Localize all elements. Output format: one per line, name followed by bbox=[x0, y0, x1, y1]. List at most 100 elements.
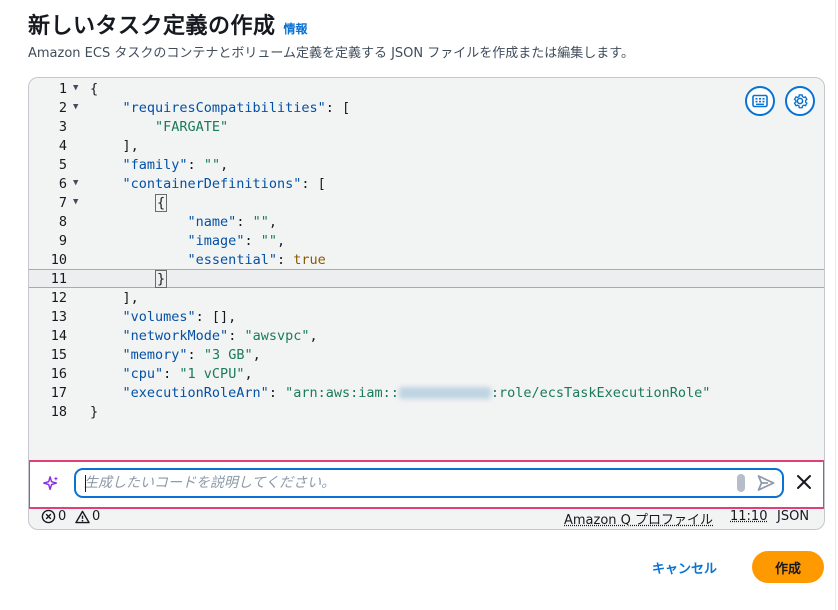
line-number: 11 bbox=[50, 271, 67, 287]
create-button[interactable]: 作成 bbox=[752, 551, 824, 583]
warning-count[interactable]: 0 bbox=[75, 509, 100, 524]
warning-count-value: 0 bbox=[92, 509, 101, 524]
code-token: , bbox=[309, 328, 318, 344]
page-title: 新しいタスク定義の作成 bbox=[28, 14, 276, 39]
line-number: 18 bbox=[50, 404, 67, 420]
code-token: , bbox=[268, 214, 277, 230]
json-string: "1 vCPU" bbox=[179, 366, 245, 382]
code-token: , bbox=[252, 347, 261, 363]
amazon-q-prompt-panel bbox=[29, 460, 824, 509]
info-link[interactable]: 情報 bbox=[284, 20, 308, 37]
json-key: "essential" bbox=[187, 252, 277, 268]
input-scrollbar[interactable] bbox=[737, 474, 745, 492]
line-number: 4 bbox=[58, 138, 67, 154]
code-token: ], bbox=[122, 290, 139, 306]
code-prompt-input[interactable] bbox=[84, 473, 724, 493]
line-number: 6 bbox=[58, 176, 67, 192]
json-string: "awsvpc" bbox=[244, 328, 310, 344]
code-token: } bbox=[90, 404, 99, 420]
code-line: 12 ], bbox=[29, 289, 824, 308]
code-line: 14 "networkMode": "awsvpc", bbox=[29, 327, 824, 346]
sparkle-icon bbox=[42, 475, 60, 497]
error-count[interactable]: 0 bbox=[41, 509, 66, 524]
code-line: 17 "executionRoleArn": "arn:aws:iam:::ro… bbox=[29, 384, 824, 403]
code-line: 4 ], bbox=[29, 137, 824, 156]
json-key: "volumes" bbox=[122, 309, 196, 325]
line-number: 8 bbox=[58, 214, 67, 230]
settings-gear-icon bbox=[793, 94, 808, 109]
warning-icon bbox=[75, 510, 90, 523]
code-token: : [ bbox=[301, 176, 326, 192]
code-token: : [ bbox=[325, 100, 351, 116]
matched-bracket: { bbox=[155, 194, 168, 212]
code-line: 1 ▼ { bbox=[29, 80, 824, 99]
line-number: 1 bbox=[58, 81, 67, 97]
page-description: Amazon ECS タスクのコンテナとボリューム定義を定義する JSON ファ… bbox=[28, 46, 634, 61]
error-count-value: 0 bbox=[58, 509, 67, 524]
code-token: , bbox=[276, 233, 286, 249]
line-number: 9 bbox=[58, 233, 67, 249]
code-token: : bbox=[187, 347, 204, 363]
code-token: : [], bbox=[195, 309, 237, 325]
keyboard-shortcuts-icon bbox=[752, 94, 768, 108]
fold-caret-icon[interactable]: ▼ bbox=[73, 194, 78, 211]
send-button[interactable] bbox=[756, 473, 776, 497]
json-key: "cpu" bbox=[122, 366, 164, 382]
code-line: 7 ▼ { bbox=[29, 194, 824, 213]
line-number: 10 bbox=[50, 252, 67, 268]
keyboard-shortcuts-button[interactable] bbox=[745, 86, 775, 116]
line-number: 12 bbox=[50, 290, 67, 306]
editor-settings-button[interactable] bbox=[785, 86, 815, 116]
close-icon bbox=[797, 475, 811, 489]
text-caret bbox=[85, 475, 86, 492]
json-key: "name" bbox=[187, 214, 237, 230]
code-line: 16 "cpu": "1 vCPU", bbox=[29, 365, 824, 384]
json-key: "executionRoleArn" bbox=[122, 385, 269, 401]
close-prompt-button[interactable] bbox=[796, 474, 812, 494]
code-line: 13 "volumes": [], bbox=[29, 308, 824, 327]
error-icon bbox=[41, 509, 56, 524]
code-area[interactable]: 1 ▼ { 2 ▼ "requiresCompatibilities": [ 3… bbox=[29, 78, 824, 458]
code-token: : bbox=[236, 214, 253, 230]
json-string: :role/ecsTaskExecutionRole" bbox=[490, 385, 711, 401]
code-token: : bbox=[228, 328, 245, 344]
code-token: { bbox=[90, 81, 99, 97]
line-number: 14 bbox=[50, 328, 67, 344]
json-string: "arn:aws:iam:: bbox=[285, 385, 399, 401]
fold-caret-icon[interactable]: ▼ bbox=[73, 80, 78, 97]
code-line: 8 "name": "", bbox=[29, 213, 824, 232]
json-boolean: true bbox=[293, 252, 326, 268]
editor-status-bar: 0 0 Amazon Q プロファイル 11:10 JSON bbox=[29, 505, 824, 529]
json-string: "" bbox=[203, 157, 221, 173]
send-icon bbox=[757, 475, 775, 491]
cancel-button[interactable]: キャンセル bbox=[640, 553, 729, 581]
code-token: ], bbox=[122, 138, 139, 154]
code-line: 5 "family": "", bbox=[29, 156, 824, 175]
code-line: 10 "essential": true bbox=[29, 251, 824, 270]
code-token: : bbox=[187, 157, 204, 173]
fold-caret-icon[interactable]: ▼ bbox=[73, 99, 78, 116]
line-number: 5 bbox=[58, 157, 67, 173]
cursor-position[interactable]: 11:10 bbox=[730, 509, 767, 524]
code-line: 9 "image": "", bbox=[29, 232, 824, 251]
fold-caret-icon[interactable]: ▼ bbox=[73, 175, 78, 192]
json-string: "" bbox=[252, 214, 269, 230]
code-token: , bbox=[244, 366, 253, 382]
line-number: 15 bbox=[50, 347, 67, 363]
redacted-account-id bbox=[398, 387, 491, 399]
json-key: "memory" bbox=[122, 347, 188, 363]
matched-bracket: } bbox=[155, 270, 168, 288]
json-string: "3 GB" bbox=[203, 347, 253, 363]
json-key: "networkMode" bbox=[122, 328, 229, 344]
json-string: "" bbox=[260, 233, 277, 249]
page-edge-divider bbox=[835, 0, 836, 610]
json-code-editor[interactable]: 1 ▼ { 2 ▼ "requiresCompatibilities": [ 3… bbox=[28, 77, 825, 530]
code-line: 18 } bbox=[29, 403, 824, 422]
code-line: 2 ▼ "requiresCompatibilities": [ bbox=[29, 99, 824, 118]
json-key: "containerDefinitions" bbox=[122, 176, 302, 192]
line-number: 16 bbox=[50, 366, 67, 382]
line-number: 3 bbox=[58, 119, 67, 135]
amazon-q-profile-link[interactable]: Amazon Q プロファイル bbox=[564, 509, 713, 528]
code-prompt-field[interactable] bbox=[74, 468, 784, 498]
line-number: 13 bbox=[50, 309, 67, 325]
